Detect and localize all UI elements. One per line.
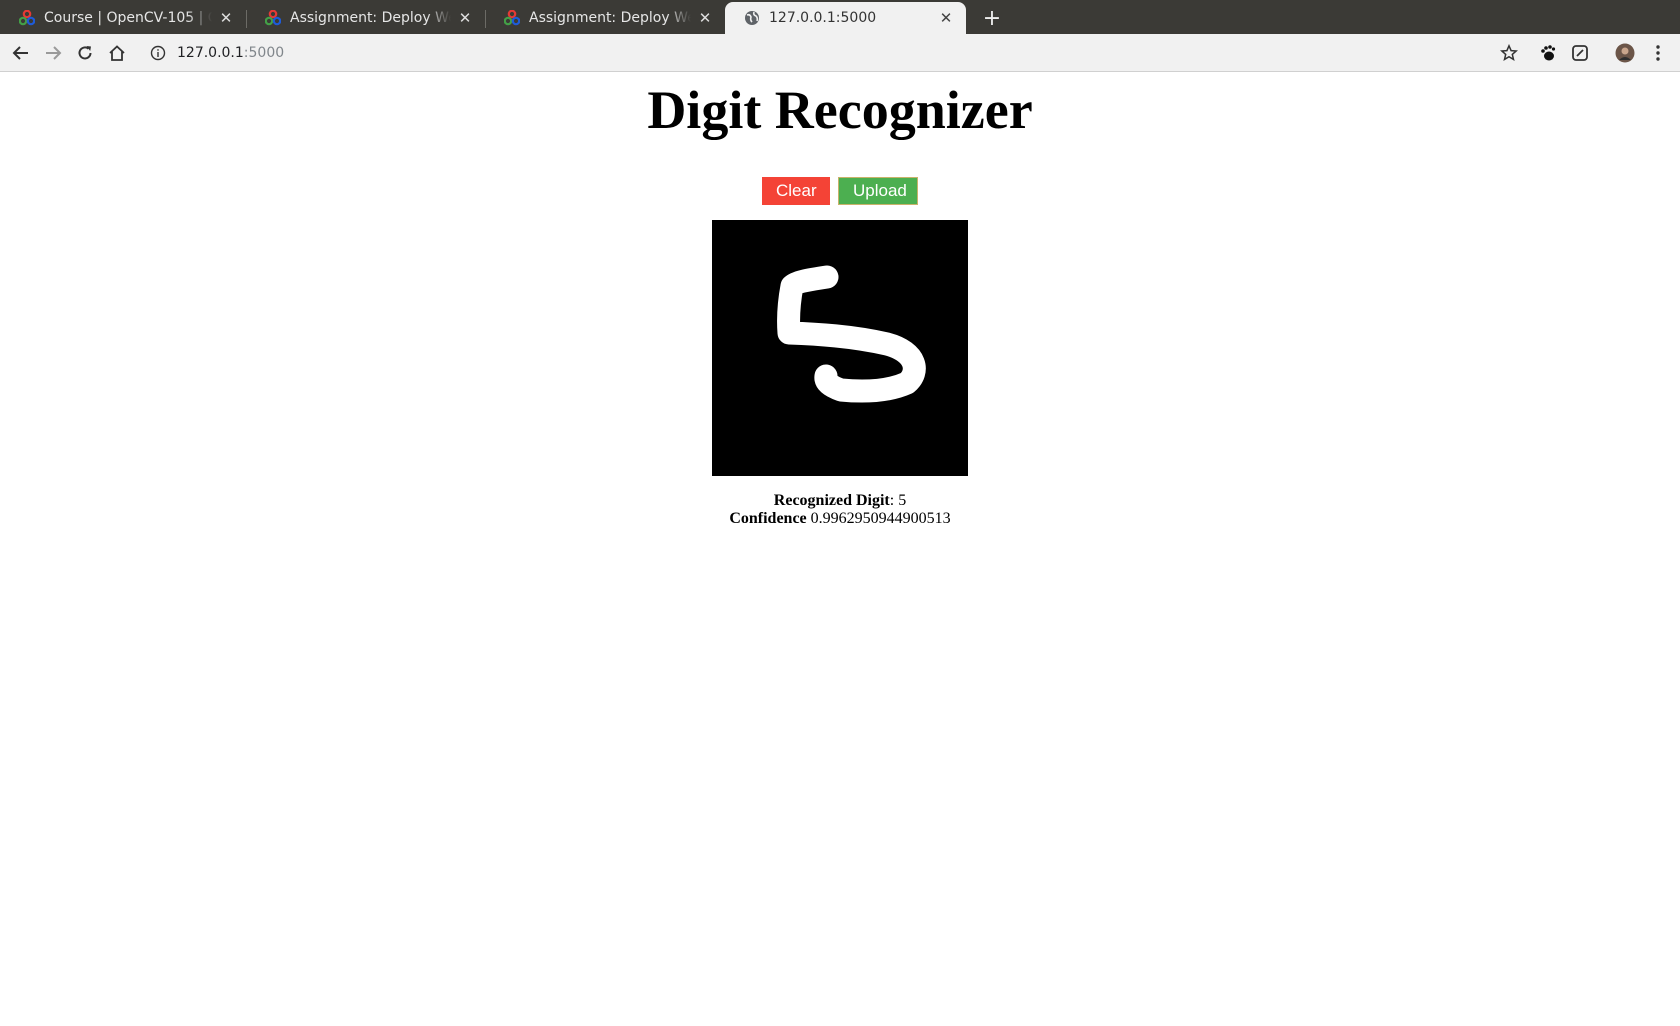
home-icon (109, 45, 125, 61)
reload-icon (78, 46, 92, 60)
profile-button[interactable] (1612, 40, 1638, 66)
reload-button[interactable] (72, 40, 98, 66)
gnome-foot-icon (1541, 45, 1556, 61)
tab-close-icon[interactable]: ✕ (218, 9, 234, 27)
url-host: 127.0.0.1 (177, 45, 244, 61)
drawing-canvas[interactable] (712, 220, 968, 476)
new-tab-button[interactable]: + (978, 2, 1006, 34)
tab-close-icon[interactable]: ✕ (457, 9, 473, 27)
tab-title: Assignment: Deploy Web (290, 10, 451, 26)
url-port: :5000 (243, 45, 285, 61)
arrow-right-icon (46, 46, 62, 60)
page-title: Digit Recognizer (647, 80, 1033, 140)
tab-close-icon[interactable]: ✕ (938, 9, 954, 27)
confidence-label: Confidence (729, 510, 807, 527)
info-icon[interactable] (150, 45, 166, 61)
opencv-logo-icon (19, 10, 35, 26)
tab-course[interactable]: Course | OpenCV-105 | Op ✕ (0, 2, 246, 34)
forward-button[interactable] (40, 40, 66, 66)
tab-close-icon[interactable]: ✕ (697, 9, 713, 27)
recognized-digit-value: 5 (898, 492, 907, 509)
controls: Clear Upload (0, 177, 1680, 205)
kebab-menu-icon (1656, 45, 1660, 61)
tab-assignment-2[interactable]: Assignment: Deploy Web ✕ (485, 2, 725, 34)
bookmark-button[interactable] (1496, 40, 1522, 66)
opencv-logo-icon (265, 10, 281, 26)
page-content: Digit Recognizer Clear Upload Recognized… (0, 72, 1680, 1026)
address-bar[interactable]: 127.0.0.1:5000 (142, 39, 1532, 67)
home-button[interactable] (104, 40, 130, 66)
tab-strip: Course | OpenCV-105 | Op ✕ Assignment: D… (0, 0, 1680, 34)
recognized-digit-label: Recognized Digit (773, 492, 890, 509)
tab-title: Course | OpenCV-105 | Op (44, 10, 212, 26)
tab-localhost[interactable]: 127.0.0.1:5000 ✕ (725, 2, 966, 34)
back-button[interactable] (8, 40, 34, 66)
confidence-value: 0.9962950944900513 (810, 510, 951, 527)
extension-icon (1572, 45, 1588, 61)
digit-separator: : (889, 492, 899, 509)
confidence-line: Confidence 0.9962950944900513 (0, 510, 1680, 528)
extension-gnome-button[interactable] (1535, 40, 1561, 66)
result-panel: Recognized Digit: 5 Confidence 0.9962950… (0, 492, 1680, 528)
arrow-left-icon (12, 46, 28, 60)
upload-button[interactable]: Upload (838, 177, 918, 205)
globe-icon (745, 11, 759, 25)
recognized-digit-line: Recognized Digit: 5 (0, 492, 1680, 510)
tab-title: 127.0.0.1:5000 (769, 10, 877, 26)
extension-button[interactable] (1567, 40, 1593, 66)
tab-assignment-1[interactable]: Assignment: Deploy Web ✕ (246, 2, 485, 34)
opencv-logo-icon (504, 10, 520, 26)
tab-title: Assignment: Deploy Web (529, 10, 691, 26)
avatar (1615, 43, 1635, 63)
browser-toolbar: 127.0.0.1:5000 (0, 34, 1680, 72)
star-icon (1500, 44, 1518, 61)
clear-button[interactable]: Clear (762, 177, 830, 205)
handwritten-digit-drawing (777, 265, 926, 403)
menu-button[interactable] (1645, 40, 1671, 66)
